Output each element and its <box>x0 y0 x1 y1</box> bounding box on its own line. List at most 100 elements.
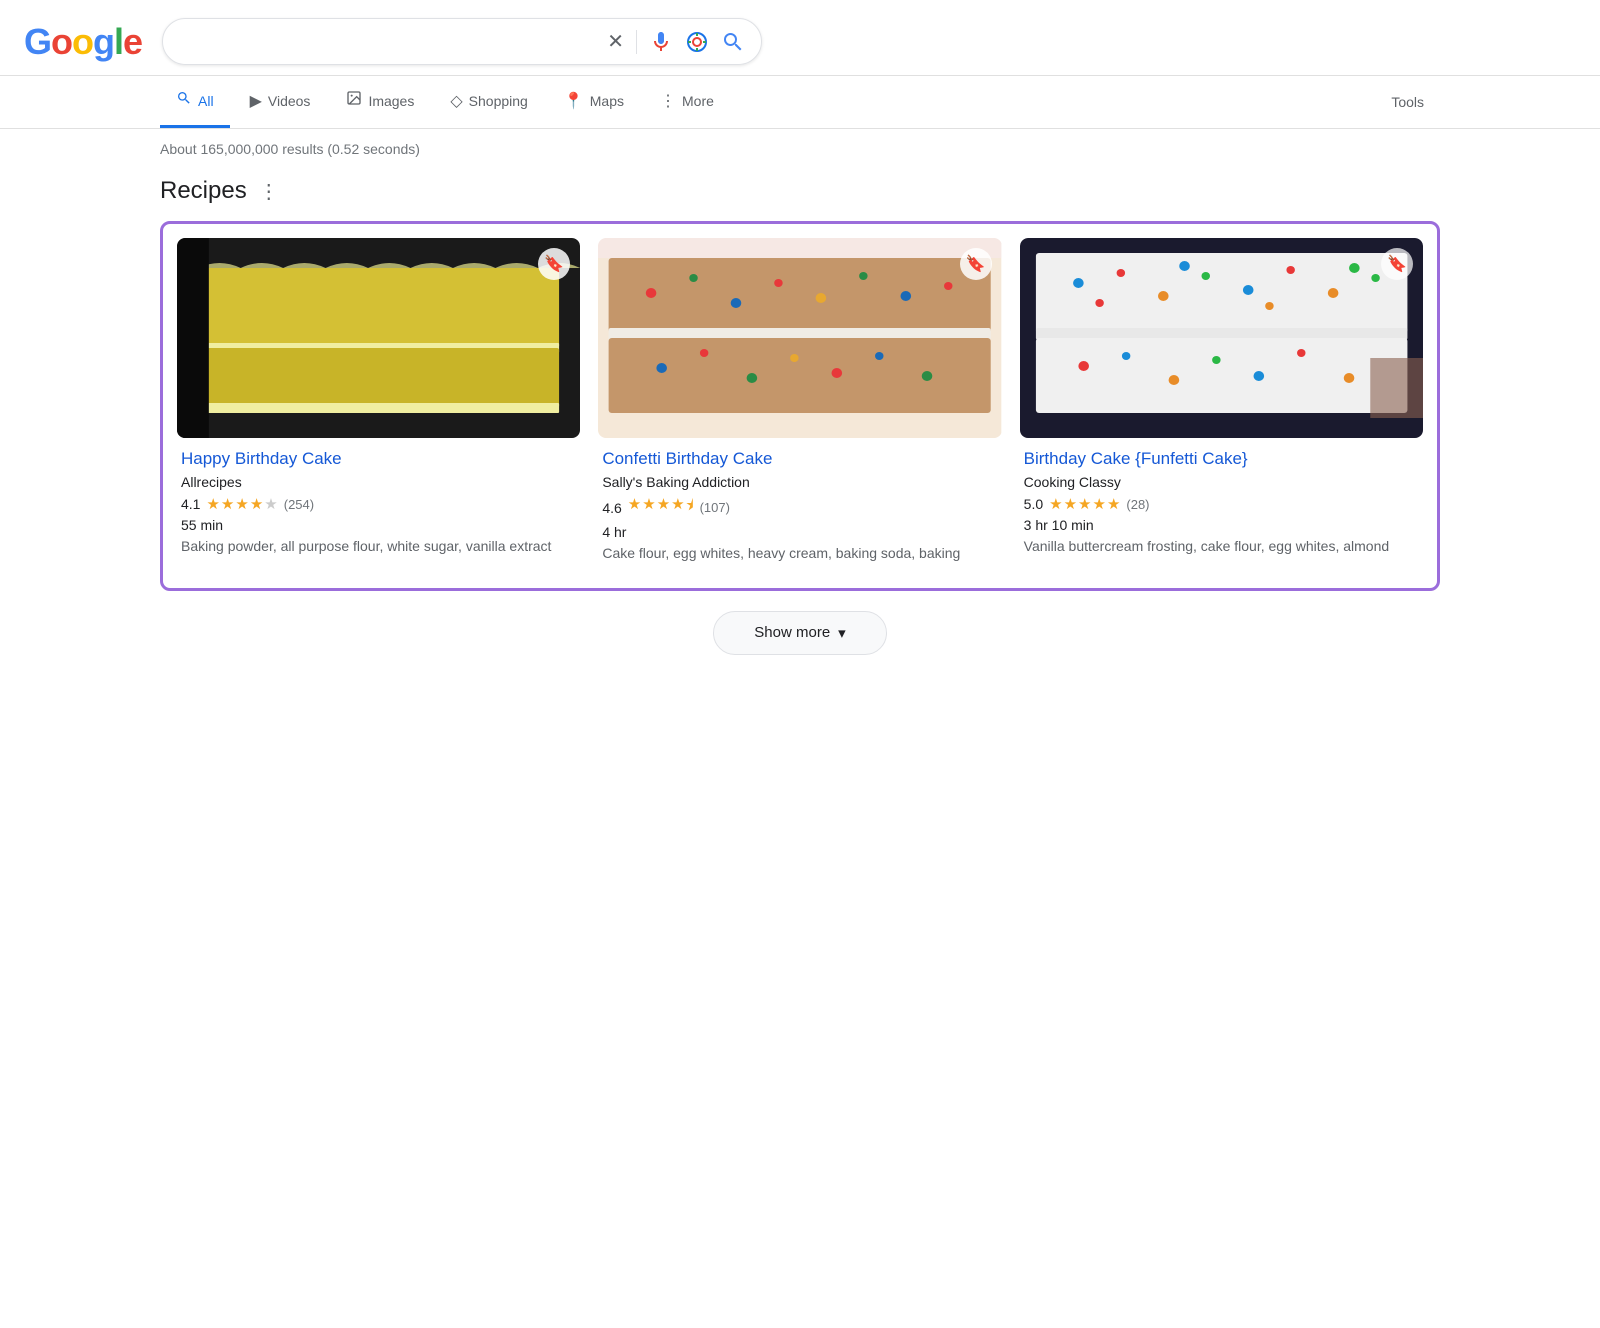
recipe-time-3: 3 hr 10 min <box>1024 517 1419 533</box>
recipe-info-2: Confetti Birthday Cake Sally's Baking Ad… <box>598 438 1001 574</box>
recipe-rating-3: 5.0 ★ ★ ★ ★ ★ (28) <box>1024 495 1419 513</box>
star-1-4: ★ <box>250 495 263 513</box>
more-dots-icon: ⋮ <box>660 91 676 111</box>
tab-more-label: More <box>682 93 714 109</box>
star-1-5: ★ <box>264 495 277 513</box>
star-3-2: ★ <box>1064 495 1077 513</box>
cake-image-3 <box>1020 238 1423 438</box>
recipe-rating-2: 4.6 ★ ★ ★ ★ ⯨ (107) <box>602 495 997 520</box>
tab-videos[interactable]: ▶ Videos <box>234 77 327 128</box>
header: Google party cake recipes ✕ <box>0 0 1600 76</box>
recipe-ingredients-2: Cake flour, egg whites, heavy cream, bak… <box>602 544 997 564</box>
results-count: About 165,000,000 results (0.52 seconds) <box>0 129 1600 165</box>
recipe-title-3[interactable]: Birthday Cake {Funfetti Cake} <box>1024 448 1419 470</box>
review-count-2: (107) <box>700 500 730 515</box>
recipe-title-1[interactable]: Happy Birthday Cake <box>181 448 576 470</box>
recipe-source-2: Sally's Baking Addiction <box>602 474 997 490</box>
main-content: Recipes ⋮ <box>0 165 1600 687</box>
clear-icon[interactable]: ✕ <box>607 29 624 54</box>
search-input[interactable]: party cake recipes <box>179 31 597 52</box>
recipe-info-1: Happy Birthday Cake Allrecipes 4.1 ★ ★ ★… <box>177 438 580 567</box>
stars-1: ★ ★ ★ ★ ★ <box>206 495 277 513</box>
star-3-4: ★ <box>1092 495 1105 513</box>
recipe-ingredients-3: Vanilla buttercream frosting, cake flour… <box>1024 537 1419 557</box>
star-3-1: ★ <box>1049 495 1062 513</box>
tab-more[interactable]: ⋮ More <box>644 77 730 128</box>
logo-letter-g: g <box>93 21 114 62</box>
section-more-icon[interactable]: ⋮ <box>259 179 279 204</box>
tab-maps-label: Maps <box>590 93 624 109</box>
recipe-image-container-3: 🔖 <box>1020 238 1423 438</box>
recipe-info-3: Birthday Cake {Funfetti Cake} Cooking Cl… <box>1020 438 1423 567</box>
tab-images[interactable]: Images <box>330 76 430 128</box>
star-2-2: ★ <box>642 495 655 520</box>
recipe-image-container-2: 🔖 <box>598 238 1001 438</box>
recipes-title: Recipes <box>160 177 247 205</box>
maps-icon: 📍 <box>564 91 584 111</box>
logo-letter-G: G <box>24 21 51 62</box>
bookmark-btn-3[interactable]: 🔖 <box>1381 248 1413 280</box>
recipe-rating-1: 4.1 ★ ★ ★ ★ ★ (254) <box>181 495 576 513</box>
tab-maps[interactable]: 📍 Maps <box>548 77 640 128</box>
recipe-card-1[interactable]: 🔖 Happy Birthday Cake Allrecipes 4.1 ★ ★… <box>177 238 580 574</box>
lens-icon[interactable] <box>685 30 709 54</box>
recipe-cards-wrapper: 🔖 Happy Birthday Cake Allrecipes 4.1 ★ ★… <box>160 221 1440 591</box>
recipe-source-3: Cooking Classy <box>1024 474 1419 490</box>
cake-image-2 <box>598 238 1001 438</box>
logo-letter-e: e <box>123 21 142 62</box>
star-1-1: ★ <box>206 495 219 513</box>
logo-letter-o2: o <box>72 21 93 62</box>
star-2-4: ★ <box>671 495 684 520</box>
recipe-card-3[interactable]: 🔖 Birthday Cake {Funfetti Cake} Cooking … <box>1020 238 1423 574</box>
nav-tabs: All ▶ Videos Images ◇ Shopping 📍 Maps ⋮ … <box>0 76 1600 129</box>
recipe-image-container-1: 🔖 <box>177 238 580 438</box>
recipe-ingredients-1: Baking powder, all purpose flour, white … <box>181 537 576 557</box>
tab-all-label: All <box>198 93 214 109</box>
star-2-5: ⯨ <box>686 495 694 520</box>
cake-image-1 <box>177 238 580 438</box>
recipe-card-2[interactable]: 🔖 Confetti Birthday Cake Sally's Baking … <box>598 238 1001 574</box>
recipe-source-1: Allrecipes <box>181 474 576 490</box>
show-more-container: Show more ▾ <box>160 611 1440 675</box>
tab-shopping-label: Shopping <box>469 93 528 109</box>
stars-2: ★ ★ ★ ★ ⯨ <box>628 495 694 520</box>
recipe-cards-grid: 🔖 Happy Birthday Cake Allrecipes 4.1 ★ ★… <box>177 238 1423 574</box>
review-count-1: (254) <box>284 497 314 512</box>
tab-images-label: Images <box>368 93 414 109</box>
rating-value-2: 4.6 <box>602 500 621 516</box>
logo-letter-o1: o <box>51 21 72 62</box>
rating-value-3: 5.0 <box>1024 496 1043 512</box>
star-3-3: ★ <box>1078 495 1091 513</box>
search-button-icon[interactable] <box>721 30 745 54</box>
voice-search-icon[interactable] <box>649 30 673 54</box>
star-1-3: ★ <box>235 495 248 513</box>
recipes-section-header: Recipes ⋮ <box>160 177 1440 205</box>
recipe-time-1: 55 min <box>181 517 576 533</box>
tools-button[interactable]: Tools <box>1375 80 1440 124</box>
rating-value-1: 4.1 <box>181 496 200 512</box>
chevron-down-icon: ▾ <box>838 624 846 642</box>
show-more-label: Show more <box>754 624 830 641</box>
show-more-button[interactable]: Show more ▾ <box>713 611 886 655</box>
videos-icon: ▶ <box>250 91 262 111</box>
tab-shopping[interactable]: ◇ Shopping <box>434 77 543 128</box>
images-icon <box>346 90 362 111</box>
star-2-3: ★ <box>657 495 670 520</box>
shopping-icon: ◇ <box>450 91 462 111</box>
divider <box>636 30 637 54</box>
star-2-1: ★ <box>628 495 641 520</box>
tab-videos-label: Videos <box>268 93 311 109</box>
bookmark-btn-2[interactable]: 🔖 <box>960 248 992 280</box>
logo-letter-l: l <box>114 21 123 62</box>
star-1-2: ★ <box>221 495 234 513</box>
search-icons: ✕ <box>607 29 745 54</box>
star-3-5: ★ <box>1107 495 1120 513</box>
review-count-3: (28) <box>1126 497 1149 512</box>
recipe-time-2: 4 hr <box>602 524 997 540</box>
tab-all[interactable]: All <box>160 76 230 128</box>
recipe-title-2[interactable]: Confetti Birthday Cake <box>602 448 997 470</box>
google-logo[interactable]: Google <box>24 24 142 60</box>
stars-3: ★ ★ ★ ★ ★ <box>1049 495 1120 513</box>
all-icon <box>176 90 192 111</box>
search-bar: party cake recipes ✕ <box>162 18 762 65</box>
